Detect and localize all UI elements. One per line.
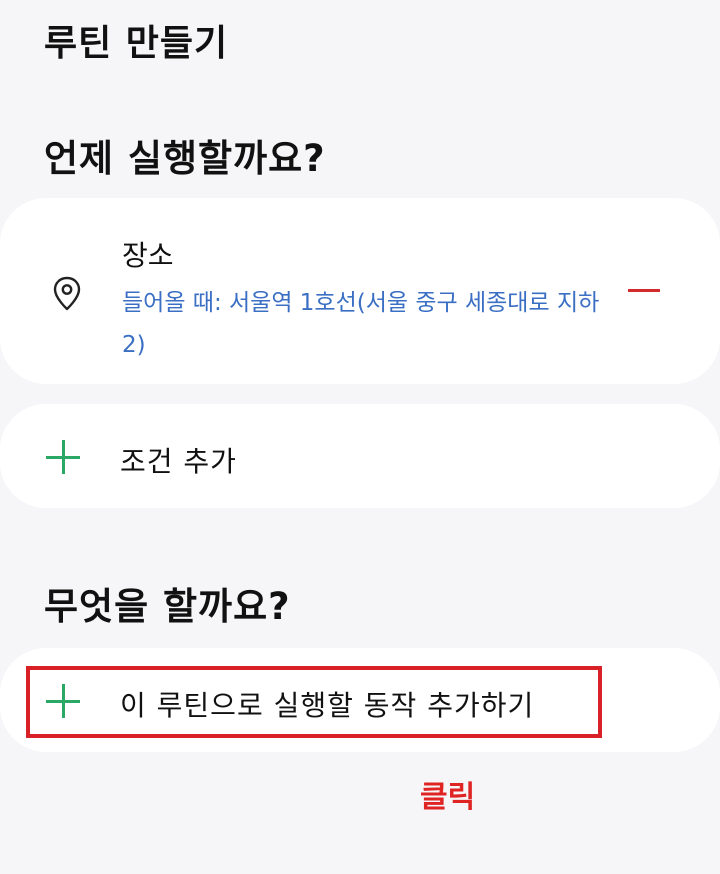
location-pin-icon <box>53 276 81 311</box>
minus-icon <box>628 289 660 292</box>
page-title: 루틴 만들기 <box>44 23 229 64</box>
location-condition-card[interactable]: 장소 들어올 때: 서울역 1호선(서울 중구 세종대로 지하 2) <box>0 198 720 384</box>
plus-icon <box>46 684 80 718</box>
click-annotation: 클릭 <box>420 780 476 815</box>
add-condition-label: 조건 추가 <box>120 445 237 478</box>
location-condition-description: 들어올 때: 서울역 1호선(서울 중구 세종대로 지하 2) <box>122 290 600 358</box>
plus-icon <box>46 440 80 474</box>
add-condition-button[interactable]: 조건 추가 <box>0 404 720 508</box>
remove-condition-button[interactable] <box>620 270 668 310</box>
when-section-heading: 언제 실행할까요? <box>44 137 326 180</box>
location-condition-title: 장소 <box>122 239 174 272</box>
what-section-heading: 무엇을 할까요? <box>44 585 291 628</box>
add-action-button[interactable]: 이 루틴으로 실행할 동작 추가하기 <box>0 648 720 752</box>
add-action-label: 이 루틴으로 실행할 동작 추가하기 <box>120 689 535 722</box>
